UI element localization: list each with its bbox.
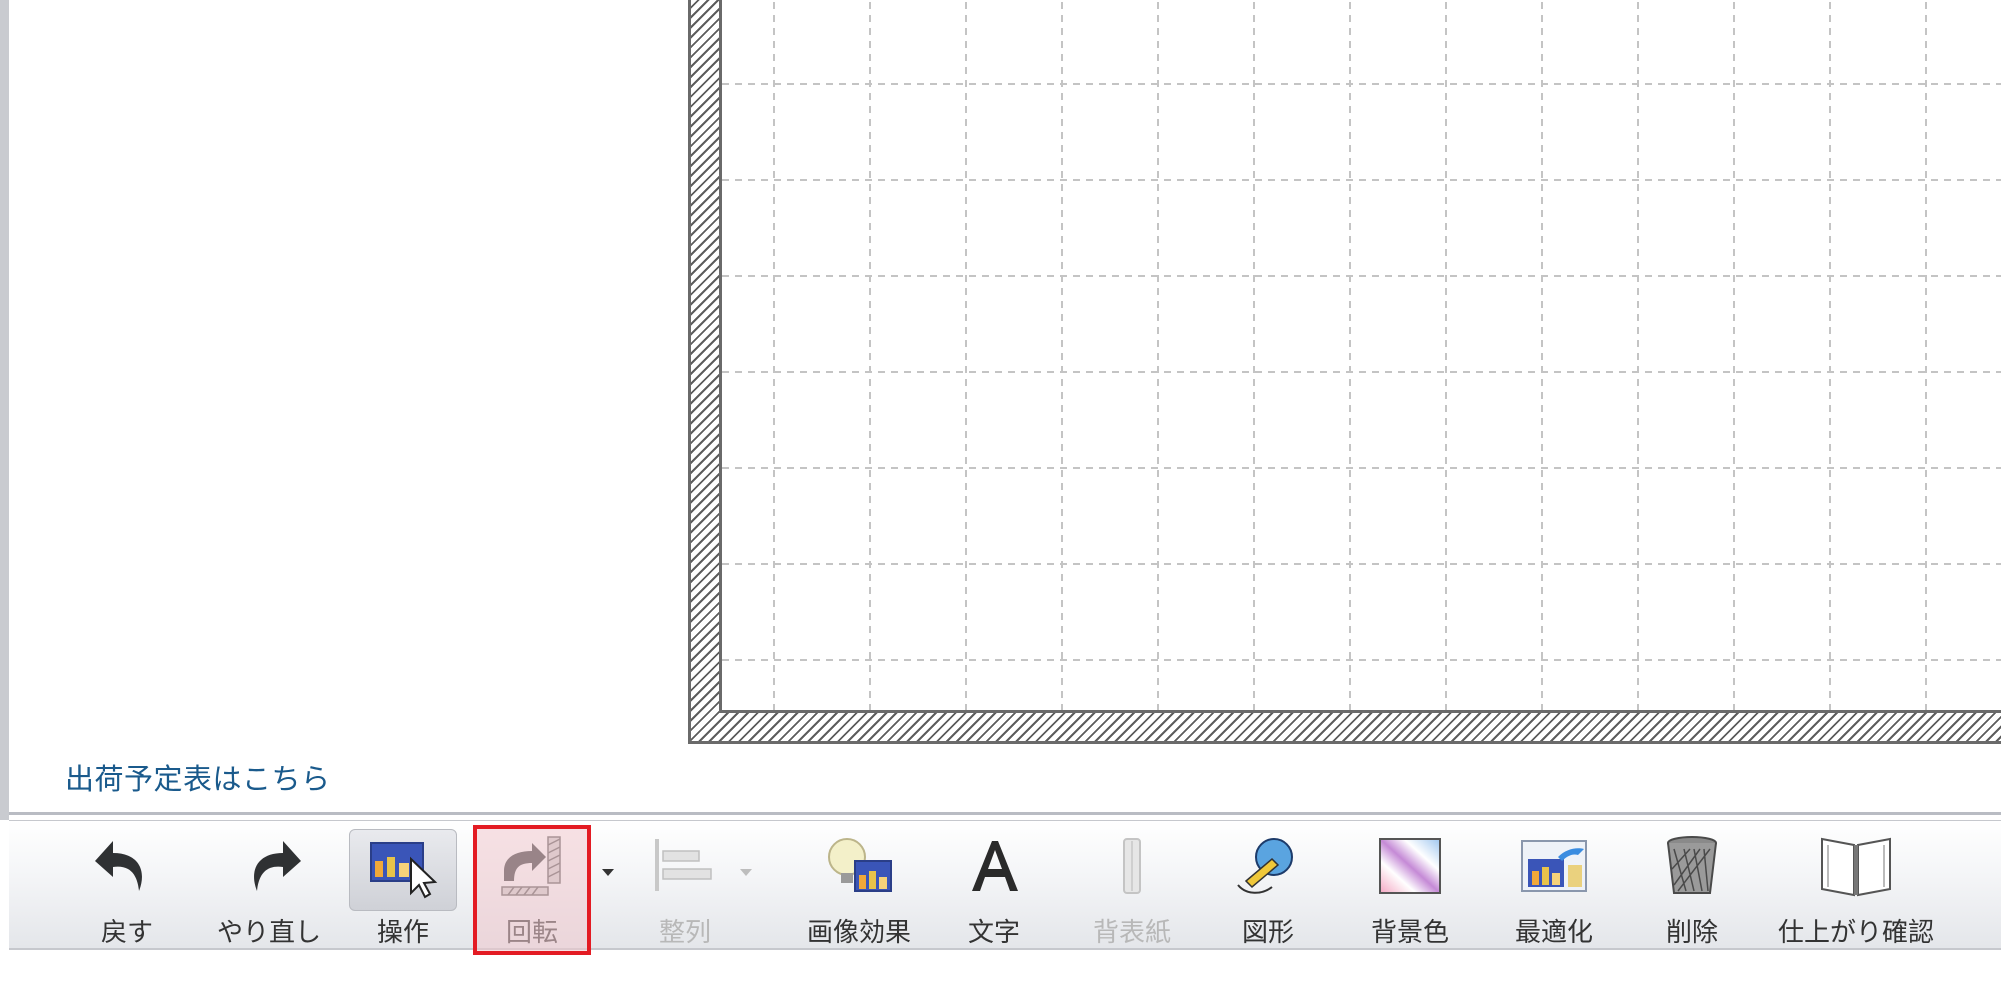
redo-label: やり直し <box>216 918 321 948</box>
align-dropdown-caret-icon <box>740 869 752 876</box>
operate-label: 操作 <box>376 918 429 948</box>
spine-button: 背表紙 <box>1071 821 1193 949</box>
shape-button[interactable]: 図形 <box>1213 821 1323 949</box>
trash-icon <box>1667 836 1717 894</box>
spine-icon <box>1123 838 1141 894</box>
image-effect-button[interactable]: 画像効果 <box>789 821 929 949</box>
background-color-button[interactable]: 背景色 <box>1345 821 1475 949</box>
design-canvas[interactable] <box>688 0 2001 744</box>
app-window: 出荷予定表はこちら 戻す やり直し 操作 整列 画像効果 文字 背表紙 図形 背… <box>0 0 2001 1001</box>
bottom-toolbar: 戻す やり直し 操作 整列 画像効果 文字 背表紙 図形 背景色 最適化 削除 … <box>9 820 2001 950</box>
undo-button[interactable]: 戻す <box>67 821 187 949</box>
preview-book-icon <box>1821 837 1891 897</box>
operate-cursor-icon <box>370 842 438 899</box>
preview-label: 仕上がり確認 <box>1777 918 1934 948</box>
spine-label: 背表紙 <box>1092 918 1171 948</box>
delete-button[interactable]: 削除 <box>1637 821 1747 949</box>
canvas-grid <box>722 0 2001 710</box>
redo-button[interactable]: やり直し <box>199 821 339 949</box>
image-effect-label: 画像効果 <box>806 918 911 948</box>
text-icon <box>972 841 1018 891</box>
align-label: 整列 <box>658 918 711 948</box>
canvas-page[interactable] <box>719 0 2001 713</box>
undo-icon <box>95 841 142 891</box>
shipping-schedule-link[interactable]: 出荷予定表はこちら <box>65 756 331 798</box>
preview-button[interactable]: 仕上がり確認 <box>1761 821 1951 949</box>
align-icon <box>655 839 712 891</box>
text-label: 文字 <box>967 918 1020 948</box>
rotate-dropdown-caret-icon[interactable] <box>601 865 615 879</box>
shape-label: 図形 <box>1241 918 1294 948</box>
operate-button[interactable]: 操作 <box>343 821 463 949</box>
image-effect-icon <box>828 838 892 892</box>
background-color-label: 背景色 <box>1370 918 1449 948</box>
delete-label: 削除 <box>1665 918 1718 948</box>
optimize-label: 最適化 <box>1514 918 1593 948</box>
left-border <box>0 0 9 820</box>
optimize-icon <box>1521 840 1587 892</box>
redo-icon <box>254 841 301 891</box>
highlight-rotate <box>473 825 591 955</box>
undo-label: 戻す <box>100 918 153 948</box>
text-button[interactable]: 文字 <box>939 821 1049 949</box>
optimize-button[interactable]: 最適化 <box>1489 821 1619 949</box>
align-button: 整列 <box>637 821 733 949</box>
background-color-icon <box>1379 838 1441 894</box>
shape-icon <box>1237 838 1293 894</box>
